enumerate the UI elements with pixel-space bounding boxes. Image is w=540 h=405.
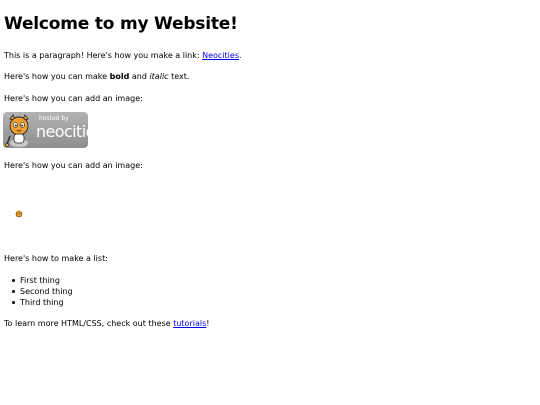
things-list: First thing Second thing Third thing: [4, 275, 73, 308]
image-intro-paragraph: Here's how you can add an image:: [4, 94, 143, 103]
page-title: Welcome to my Website!: [4, 14, 238, 34]
formatting-text: Here's how you can make: [4, 72, 110, 81]
intro-suffix: .: [239, 51, 242, 60]
bullet-icon: [12, 301, 15, 304]
list-item: Third thing: [4, 297, 73, 308]
list-item-label: Second thing: [20, 287, 73, 296]
formatting-middle: and: [129, 72, 150, 81]
small-cat-image: [15, 210, 23, 218]
list-item: First thing: [4, 275, 73, 286]
tutorials-link[interactable]: tutorials: [173, 319, 206, 328]
footer-text: To learn more HTML/CSS, check out these: [4, 319, 174, 328]
list-item-label: Third thing: [20, 298, 64, 307]
list-item: Second thing: [4, 286, 73, 297]
badge-hosted-by-text: hosted by: [39, 115, 69, 122]
neocities-link[interactable]: Neocities: [202, 51, 239, 60]
list-item-label: First thing: [20, 276, 60, 285]
formatting-suffix: text.: [168, 72, 190, 81]
neocities-cat-icon: [5, 114, 29, 147]
intro-paragraph: This is a paragraph! Here's how you make…: [4, 50, 242, 61]
bullet-icon: [12, 279, 15, 282]
formatting-paragraph: Here's how you can make bold and italic …: [4, 71, 189, 82]
footer-suffix: !: [206, 319, 210, 328]
italic-text: italic: [149, 72, 169, 81]
bullet-icon: [12, 290, 15, 293]
image-intro-paragraph-2: Here's how you can add an image:: [4, 161, 143, 170]
bold-text: bold: [109, 72, 130, 81]
badge-brand-text: neocities: [36, 122, 88, 141]
intro-text: This is a paragraph! Here's how you make…: [4, 51, 203, 60]
footer-paragraph: To learn more HTML/CSS, check out these …: [4, 318, 209, 329]
list-intro-paragraph: Here's how to make a list:: [4, 254, 108, 263]
neocities-badge-image: hosted by neocities: [3, 112, 88, 148]
